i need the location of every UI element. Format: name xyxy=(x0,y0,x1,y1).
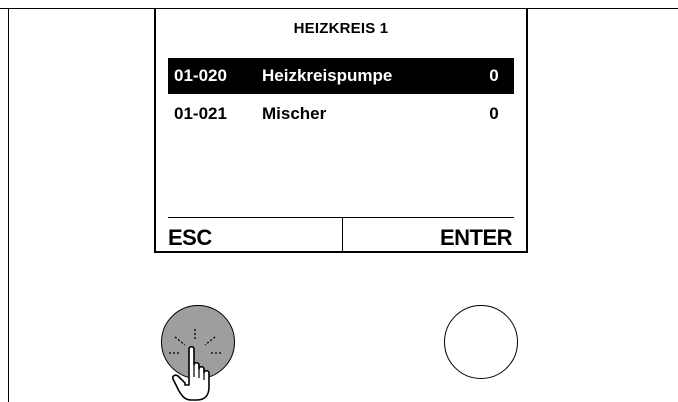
menu-item-code: 01-021 xyxy=(174,104,227,123)
esc-softkey[interactable]: ESC xyxy=(168,225,212,251)
menu-item-mischer[interactable]: 01-021 Mischer 0 xyxy=(168,96,514,132)
hand-press-icon xyxy=(169,329,221,401)
softkey-separator xyxy=(168,217,514,218)
lcd-display: HEIZKREIS 1 01-020 Heizkreispumpe 0 01-0… xyxy=(154,9,528,253)
menu-item-value: 0 xyxy=(489,66,499,85)
menu-title: HEIZKREIS 1 xyxy=(293,20,389,37)
enter-softkey[interactable]: ENTER xyxy=(440,225,513,251)
enter-hardware-button[interactable] xyxy=(444,305,518,379)
menu-item-heizkreispumpe[interactable]: 01-020 Heizkreispumpe 0 xyxy=(168,58,514,94)
menu-item-label: Mischer xyxy=(262,104,327,123)
menu-item-code: 01-020 xyxy=(174,66,227,85)
menu-item-label: Heizkreispumpe xyxy=(262,66,393,85)
menu-item-value: 0 xyxy=(489,104,499,123)
softkey-divider xyxy=(342,217,343,251)
device-left-edge xyxy=(8,8,9,402)
